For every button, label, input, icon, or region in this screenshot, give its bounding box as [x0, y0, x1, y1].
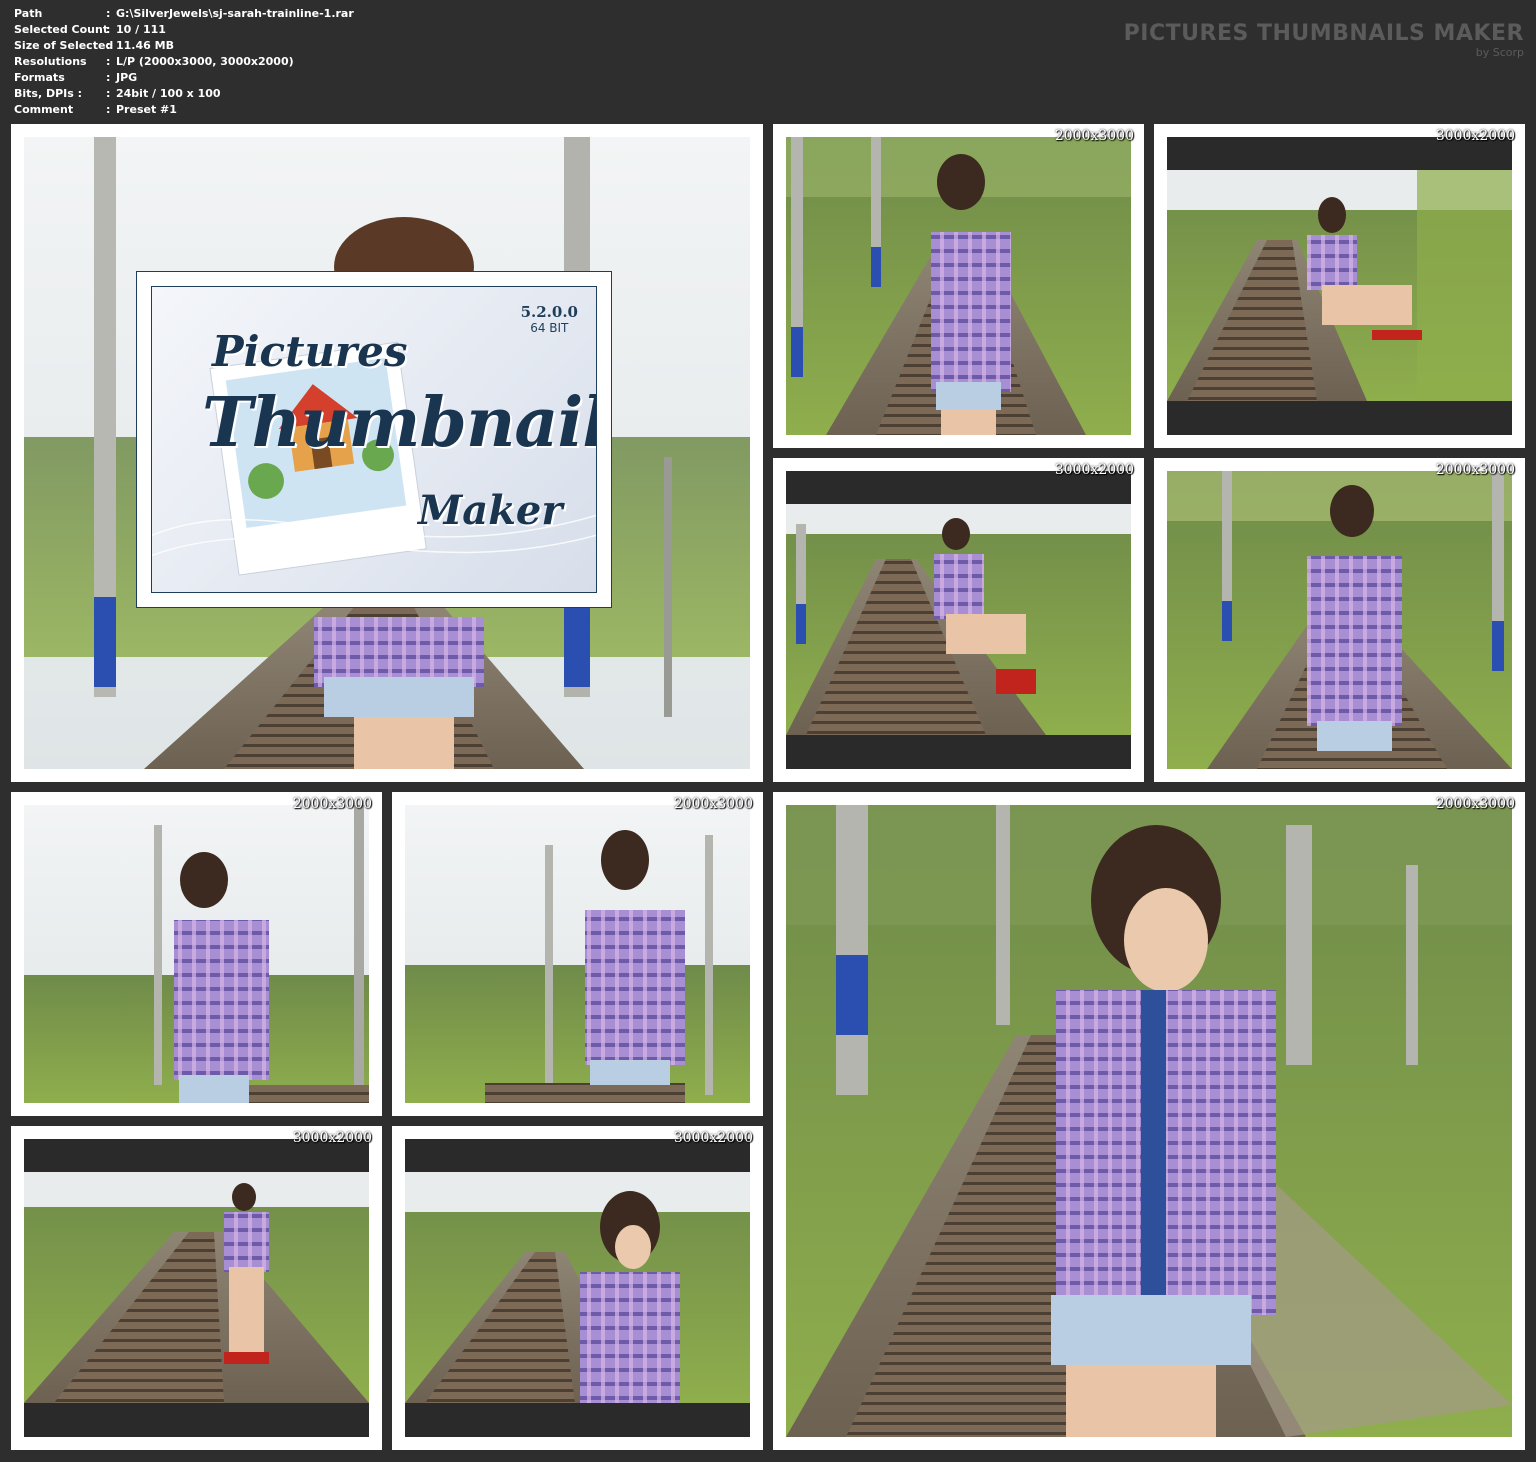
thumbnail-photo [786, 471, 1131, 769]
logo-version: 5.2.0.0 64 BIT [521, 303, 578, 335]
meta-key: Comment [14, 103, 74, 116]
resolution-label: 2000x3000 [1435, 796, 1515, 812]
resolution-label: 3000x2000 [1054, 462, 1134, 478]
meta-key: Path [14, 7, 43, 20]
meta-value: Preset #1 [116, 103, 177, 116]
resolution-label: 2000x3000 [673, 796, 753, 812]
letterbox-bottom [786, 735, 1131, 769]
thumbnail-6[interactable]: 2000x3000 [11, 792, 382, 1116]
version-number: 5.2.0.0 [520, 303, 578, 321]
letterbox-bottom [1167, 401, 1512, 435]
meta-row-comment: Comment : Preset #1 [14, 102, 354, 118]
meta-key: Bits, DPIs : [14, 87, 83, 100]
photo-image [1167, 170, 1512, 401]
photo-image [24, 1172, 369, 1403]
resolution-label: 2000x3000 [292, 796, 372, 812]
thumbnail-photo [1167, 137, 1512, 435]
photo-image [405, 805, 750, 1103]
resolution-label: 3000x2000 [673, 1130, 753, 1146]
meta-separator: : [106, 71, 111, 84]
thumbnail-photo [405, 805, 750, 1103]
meta-value: 10 / 111 [116, 23, 166, 36]
thumbnail-photo [24, 1139, 369, 1437]
thumbnail-2[interactable]: 2000x3000 [773, 124, 1144, 448]
metadata-panel: Path : G:\SilverJewels\sj-sarah-trainlin… [14, 6, 354, 118]
thumbnail-9[interactable]: 3000x2000 [11, 1126, 382, 1450]
thumbnail-large-8[interactable]: 2000x3000 [773, 792, 1525, 1450]
meta-separator: : [106, 55, 111, 68]
meta-separator: : [106, 23, 111, 36]
logo-word-maker: Maker [418, 487, 563, 534]
resolution-label: 2000x3000 [1054, 128, 1134, 144]
thumbnail-5[interactable]: 2000x3000 [1154, 458, 1525, 782]
brand-subtitle: by Scorp [1475, 46, 1524, 59]
logo-word-thumbnails: Thumbnails [202, 383, 596, 463]
meta-key: Resolutions [14, 55, 87, 68]
thumbnail-4[interactable]: 3000x2000 [773, 458, 1144, 782]
thumbnail-3[interactable]: 3000x2000 [1154, 124, 1525, 448]
thumbnail-photo [24, 805, 369, 1103]
app-logo: 5.2.0.0 64 BIT Pictures Thumbnails Maker [151, 286, 597, 593]
logo-word-pictures: Pictures [212, 327, 408, 376]
thumbnail-photo [786, 137, 1131, 435]
resolution-label: 3000x2000 [292, 1130, 372, 1146]
thumbnail-photo [1167, 471, 1512, 769]
meta-row-selected-count: Selected Count : 10 / 111 [14, 22, 354, 38]
photo-image [786, 504, 1131, 735]
brand-watermark: PICTURES THUMBNAILS MAKER by Scorp [1124, 22, 1524, 60]
photo-image [1167, 471, 1512, 769]
meta-value: JPG [116, 71, 138, 84]
meta-key: Formats [14, 71, 65, 84]
meta-row-bits-dpis: Bits, DPIs : : 24bit / 100 x 100 [14, 86, 354, 102]
version-bits: 64 BIT [530, 321, 569, 335]
brand-title: PICTURES THUMBNAILS MAKER [1123, 21, 1524, 46]
meta-value: L/P (2000x3000, 3000x2000) [116, 55, 294, 68]
letterbox-bottom [405, 1403, 750, 1437]
meta-separator: : [106, 87, 111, 100]
meta-key: Size of Selected [14, 39, 114, 52]
thumbnail-photo [786, 805, 1512, 1437]
meta-value: 11.46 MB [116, 39, 174, 52]
meta-row-size: Size of Selected : 11.46 MB [14, 38, 354, 54]
photo-image [405, 1172, 750, 1403]
photo-image [786, 805, 1512, 1437]
thumbnail-large-1[interactable]: 5.2.0.0 64 BIT Pictures Thumbnails Maker [11, 124, 763, 782]
meta-row-formats: Formats : JPG [14, 70, 354, 86]
resolution-label: 2000x3000 [1435, 462, 1515, 478]
app-logo-card: 5.2.0.0 64 BIT Pictures Thumbnails Maker [136, 271, 612, 608]
meta-separator: : [106, 39, 111, 52]
meta-row-resolutions: Resolutions : L/P (2000x3000, 3000x2000) [14, 54, 354, 70]
meta-separator: : [106, 7, 111, 20]
meta-row-path: Path : G:\SilverJewels\sj-sarah-trainlin… [14, 6, 354, 22]
meta-value: G:\SilverJewels\sj-sarah-trainline-1.rar [116, 7, 354, 20]
thumbnail-photo [405, 1139, 750, 1437]
letterbox-bottom [24, 1403, 369, 1437]
photo-image [786, 137, 1131, 435]
meta-value: 24bit / 100 x 100 [116, 87, 221, 100]
meta-key: Selected Count [14, 23, 109, 36]
meta-separator: : [106, 103, 111, 116]
thumbnail-7[interactable]: 2000x3000 [392, 792, 763, 1116]
photo-image [24, 805, 369, 1103]
thumbnail-10[interactable]: 3000x2000 [392, 1126, 763, 1450]
resolution-label: 3000x2000 [1435, 128, 1515, 144]
